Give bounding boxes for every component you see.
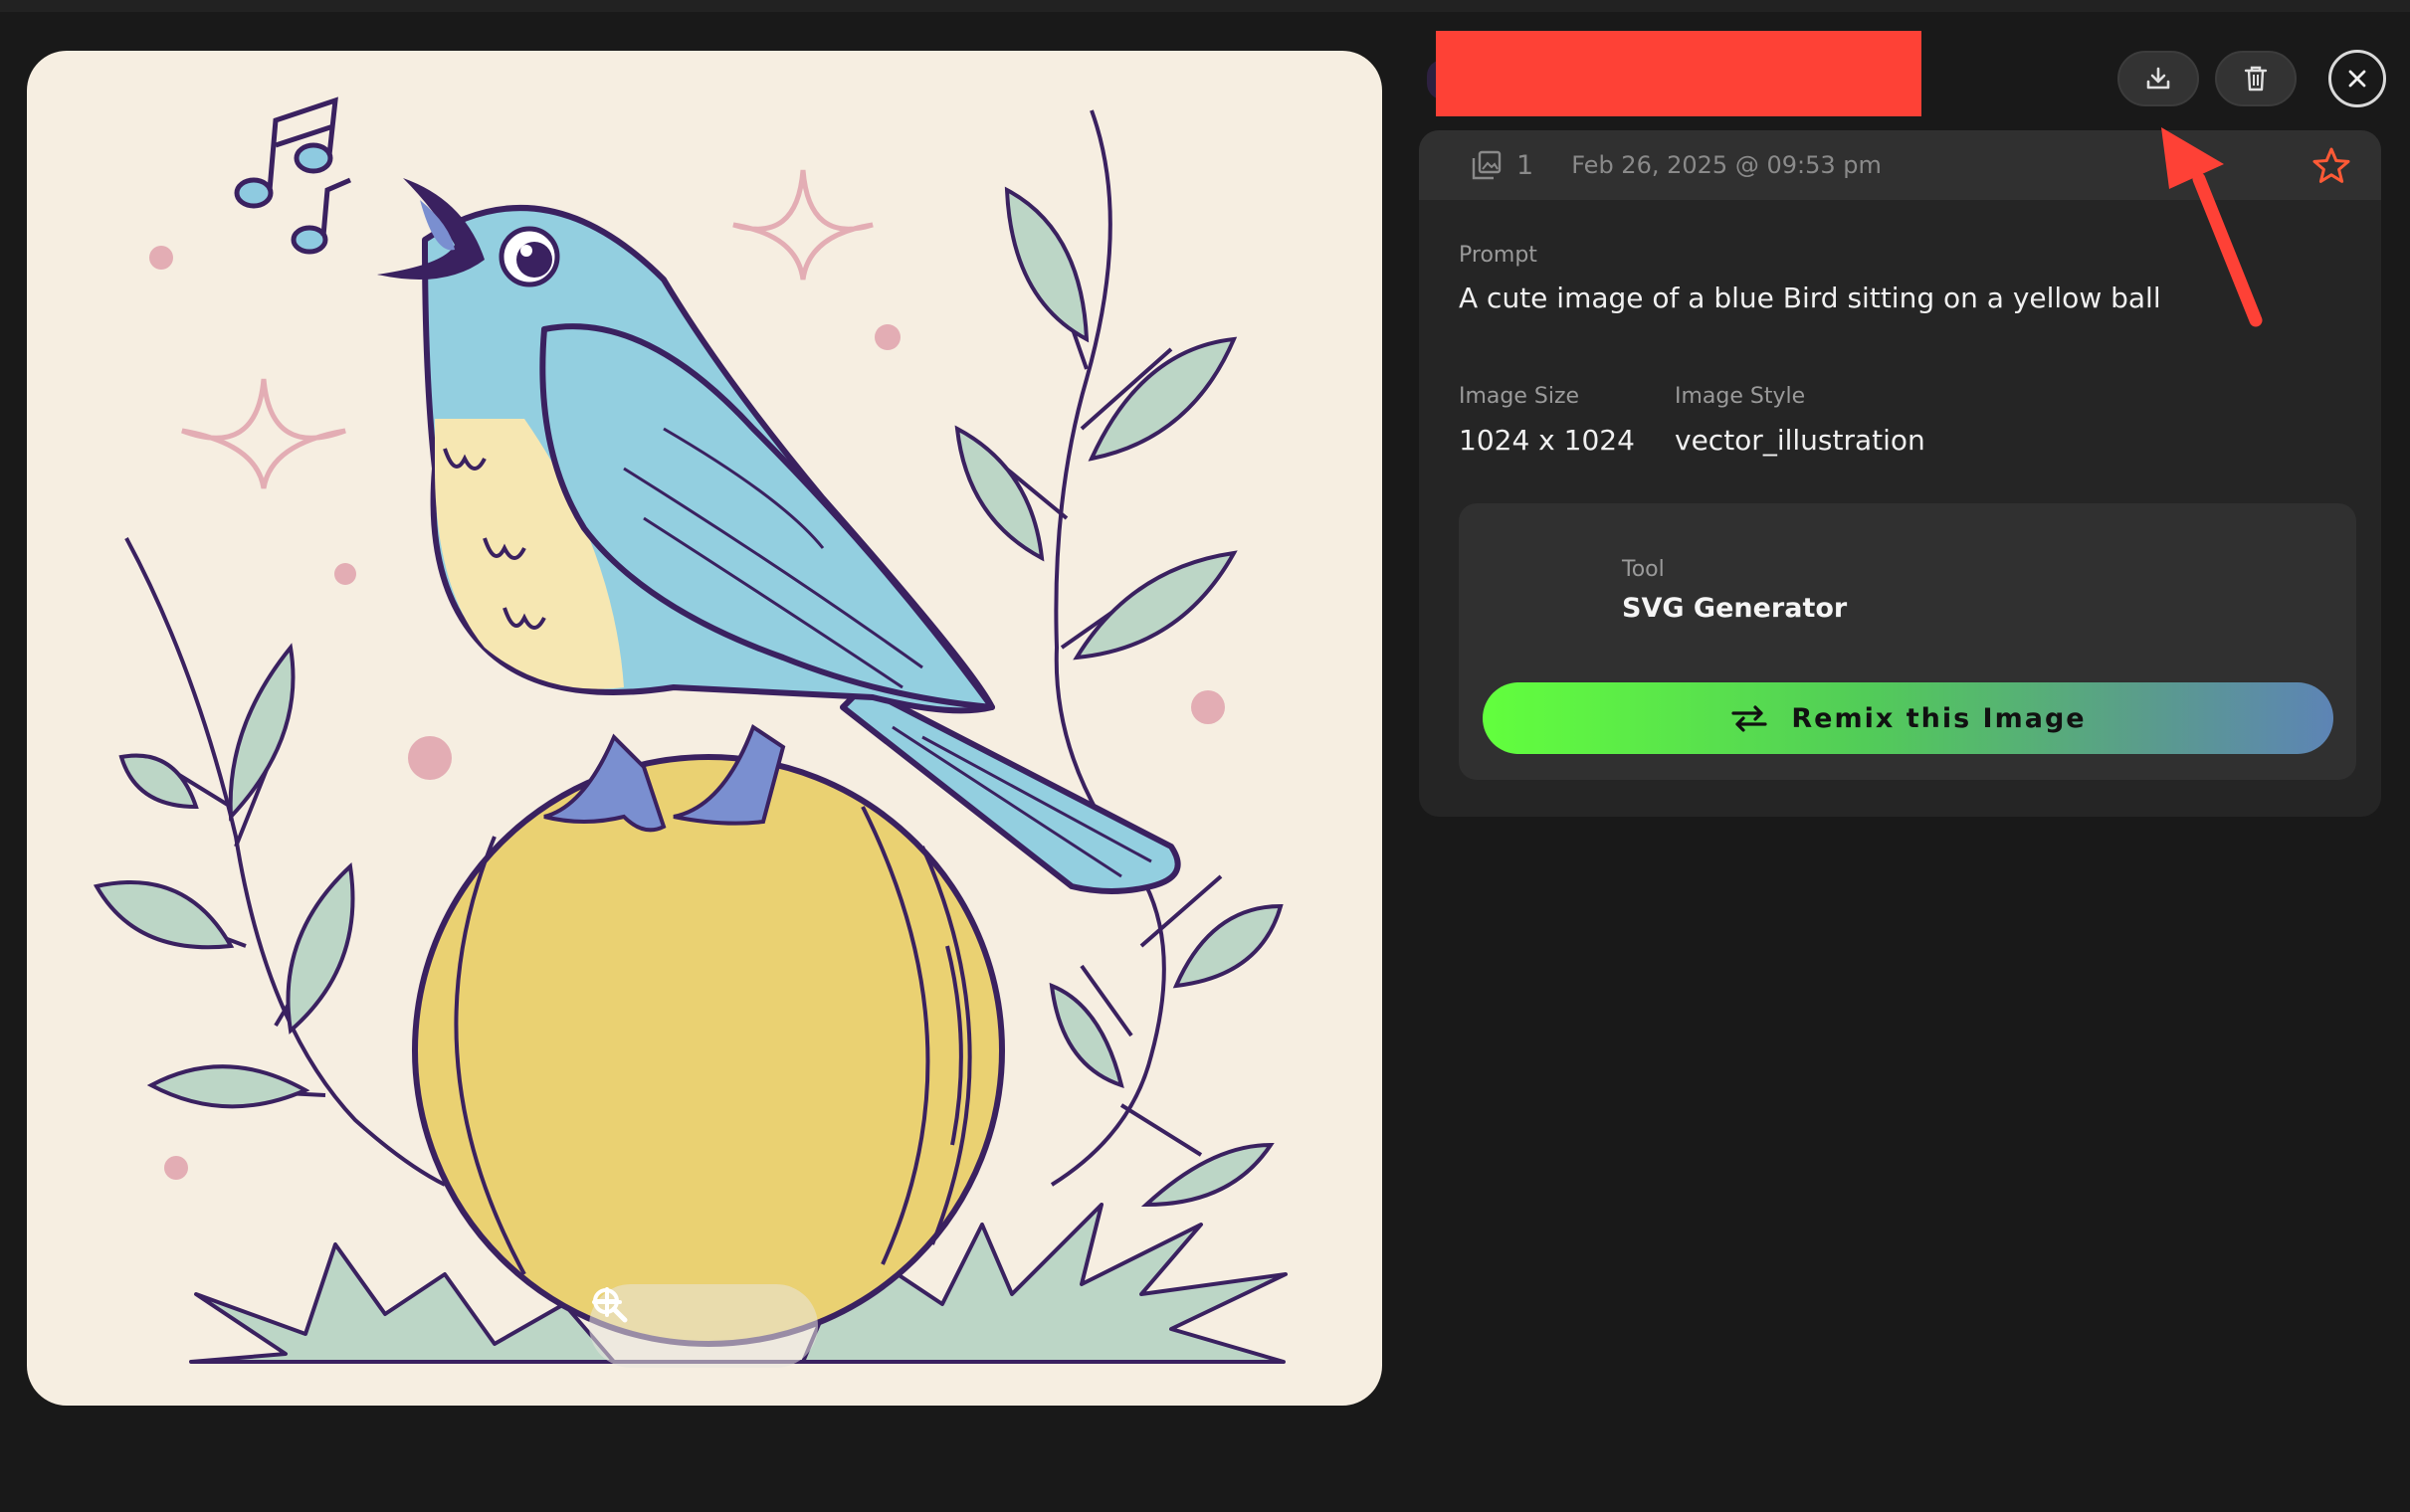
image-size-label: Image Size bbox=[1459, 384, 1580, 409]
prompt-text: A cute image of a blue Bird sitting on a… bbox=[1459, 282, 2161, 314]
tool-card: Tool SVG Generator Remix this Image bbox=[1459, 503, 2356, 780]
bird-illustration bbox=[93, 96, 1288, 1364]
tool-label: Tool bbox=[1622, 557, 1665, 582]
plus-icon bbox=[592, 1287, 622, 1317]
close-button[interactable] bbox=[2328, 50, 2386, 107]
zoom-controls bbox=[589, 1284, 818, 1368]
remix-label: Remix this Image bbox=[1791, 702, 2087, 734]
delete-button[interactable] bbox=[2215, 51, 2297, 106]
top-strip bbox=[0, 0, 2410, 12]
image-preview bbox=[27, 51, 1382, 1406]
zoom-reset-button[interactable] bbox=[593, 1288, 727, 1350]
swap-arrows-icon bbox=[1731, 705, 1767, 732]
image-count: 1 bbox=[1516, 149, 1534, 181]
details-header: 1 Feb 26, 2025 @ 09:53 pm bbox=[1419, 130, 2381, 200]
redacted-title bbox=[1436, 31, 1921, 116]
trash-icon bbox=[2244, 66, 2268, 92]
image-details-panel: 1 Feb 26, 2025 @ 09:53 pm Prompt A cute … bbox=[1419, 130, 2381, 817]
zoom-in-button[interactable] bbox=[592, 1287, 792, 1350]
image-style-label: Image Style bbox=[1675, 384, 1806, 409]
favorite-button[interactable] bbox=[2310, 144, 2353, 188]
created-date: Feb 26, 2025 @ 09:53 pm bbox=[1571, 151, 1882, 179]
star-icon bbox=[2312, 147, 2350, 183]
image-style-value: vector_illustration bbox=[1675, 424, 1925, 457]
prompt-label: Prompt bbox=[1459, 243, 1537, 268]
gallery-icon bbox=[1472, 150, 1502, 180]
download-icon bbox=[2146, 67, 2170, 90]
download-button[interactable] bbox=[2117, 51, 2199, 106]
remix-button[interactable]: Remix this Image bbox=[1483, 682, 2333, 754]
close-icon bbox=[2348, 70, 2366, 88]
image-size-value: 1024 x 1024 bbox=[1459, 424, 1635, 457]
tool-name: SVG Generator bbox=[1622, 593, 1848, 624]
